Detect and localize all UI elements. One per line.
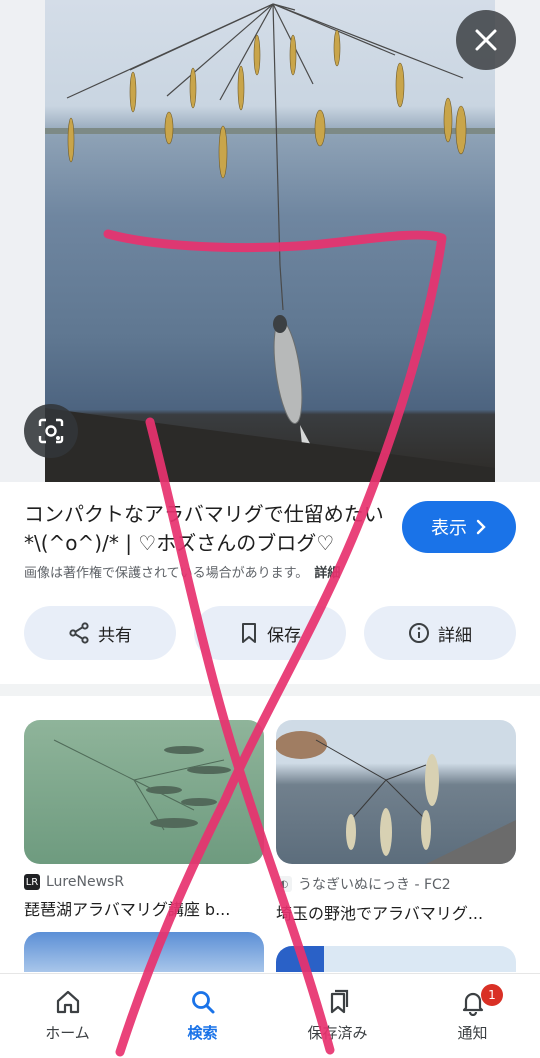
notification-badge: 1 <box>481 984 503 1006</box>
close-icon <box>475 29 497 51</box>
save-label: 保存 <box>267 625 301 646</box>
close-button[interactable] <box>456 10 516 70</box>
related-source: LR LureNewsR <box>24 874 264 890</box>
nav-home-label: ホーム <box>45 1024 90 1042</box>
image-viewer <box>0 0 540 482</box>
details-link[interactable]: 詳細 <box>314 566 340 581</box>
save-button[interactable]: 保存 <box>194 606 346 660</box>
nav-search[interactable]: 検索 <box>135 974 270 1043</box>
source-name: うなぎいぬにっき - FC2 <box>298 877 451 893</box>
share-button[interactable]: 共有 <box>24 606 176 660</box>
underwater-rig-image <box>53 739 231 831</box>
view-button[interactable]: 表示 <box>402 501 516 553</box>
bookmark-icon <box>242 623 256 643</box>
nav-notifications-label: 通知 <box>457 1024 488 1042</box>
related-card[interactable]: ◐ うなぎいぬにっき - FC2 埼玉の野池でアラバマリグ... <box>276 720 516 924</box>
nav-saved-label: 保存済み <box>307 1024 368 1042</box>
section-divider <box>0 684 540 696</box>
view-button-label: 表示 <box>431 518 467 539</box>
nav-notifications[interactable]: 1 通知 <box>405 974 540 1043</box>
info-icon <box>409 623 429 643</box>
nav-search-label: 検索 <box>187 1024 218 1042</box>
photo-illustration <box>45 3 495 482</box>
fishing-rig-photo[interactable] <box>45 0 495 482</box>
saved-icon <box>330 989 348 1014</box>
source-name: LureNewsR <box>46 874 125 890</box>
related-source: ◐ うなぎいぬにっき - FC2 <box>276 874 516 894</box>
details-label: 詳細 <box>438 625 472 646</box>
details-button[interactable]: 詳細 <box>364 606 516 660</box>
search-icon <box>191 991 214 1014</box>
bottom-navigation: ホーム 検索 保存済み 1 通知 <box>0 973 540 1058</box>
copyright-text: 画像は著作権で保護されている場合があります。 <box>24 566 309 581</box>
fc2-logo-icon: ◐ <box>276 876 292 892</box>
related-thumbnail-partial[interactable] <box>24 932 264 972</box>
chevron-right-icon <box>476 519 486 535</box>
result-title[interactable]: コンパクトなアラバマリグで仕留めたい*\(^o^)/* | ♡ホズさんのブログ♡ <box>24 500 384 558</box>
copyright-notice: 画像は著作権で保護されている場合があります。 詳細 <box>24 562 524 581</box>
related-title: 埼玉の野池でアラバマリグ... <box>276 904 484 923</box>
related-card[interactable]: LR LureNewsR 琵琶湖アラバマリグ講座 b... <box>24 720 264 920</box>
nav-home[interactable]: ホーム <box>0 974 135 1043</box>
related-title: 琵琶湖アラバマリグ講座 b... <box>24 900 231 919</box>
nav-saved[interactable]: 保存済み <box>270 974 405 1043</box>
rig-in-hand-image <box>276 731 516 864</box>
lens-icon <box>38 418 64 444</box>
related-thumbnail <box>276 720 516 864</box>
home-icon <box>56 990 79 1014</box>
related-thumbnail <box>24 720 264 864</box>
lurenewsr-logo-icon: LR <box>24 874 40 890</box>
share-icon <box>69 622 89 644</box>
related-thumbnail-partial[interactable] <box>276 946 516 972</box>
lens-button[interactable] <box>24 404 78 458</box>
share-label: 共有 <box>98 625 132 646</box>
